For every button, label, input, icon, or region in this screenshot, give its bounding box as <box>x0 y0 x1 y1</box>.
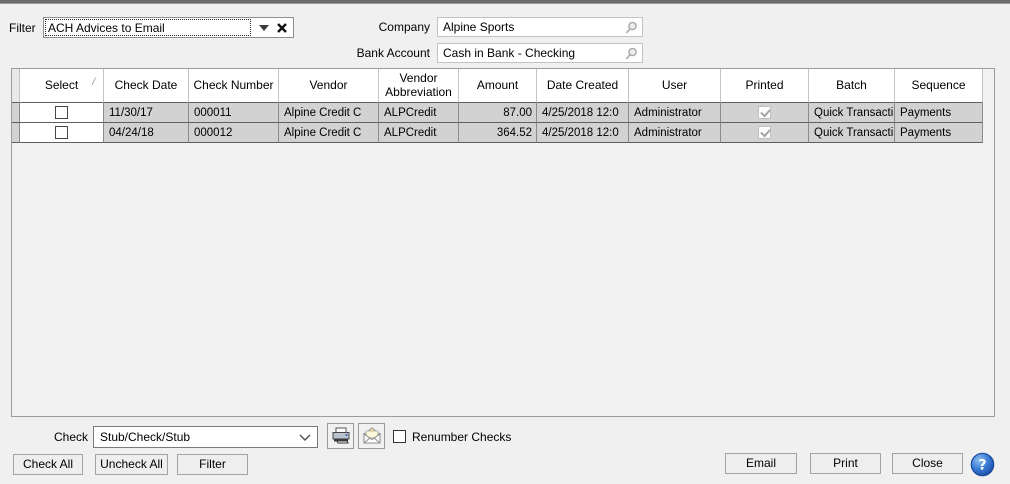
search-icon[interactable] <box>623 20 639 36</box>
cell-user: Administrator <box>629 103 721 123</box>
filter-focus-rect <box>45 19 251 36</box>
filter-label: Filter <box>9 21 36 35</box>
company-label: Company <box>300 20 430 34</box>
column-header-amount[interactable]: Amount <box>459 69 537 103</box>
printer-icon <box>331 427 351 445</box>
column-header-sequence[interactable]: Sequence <box>895 69 983 103</box>
table-corner-cell <box>12 69 20 103</box>
printed-checkbox-checked-icon <box>758 106 771 119</box>
print-checks-button[interactable] <box>327 423 354 449</box>
printed-checkbox-checked-icon <box>758 126 771 139</box>
cell-vendor-abbreviation: ALPCredit <box>379 103 459 123</box>
company-value[interactable]: Alpine Sports <box>443 20 620 34</box>
chevron-down-icon[interactable] <box>299 434 311 442</box>
cell-check-number: 000011 <box>189 103 279 123</box>
cell-check-number: 000012 <box>189 123 279 143</box>
column-header-check-date[interactable]: Check Date <box>104 69 189 103</box>
email-checks-button[interactable] <box>358 423 385 449</box>
row-header[interactable] <box>12 103 20 123</box>
window-top-edge <box>0 0 1010 4</box>
email-button[interactable]: Email <box>725 453 797 474</box>
help-icon[interactable]: ? <box>970 452 995 477</box>
open-envelope-icon <box>362 427 382 445</box>
cell-user: Administrator <box>629 123 721 143</box>
check-label: Check <box>20 430 88 444</box>
close-button[interactable]: Close <box>892 453 963 474</box>
checks-table: Select / Check Date Check Number Vendor … <box>11 68 995 417</box>
bank-account-value[interactable]: Cash in Bank - Checking <box>443 46 620 60</box>
bank-account-field[interactable]: Cash in Bank - Checking <box>437 43 643 63</box>
cell-sequence: Payments <box>895 123 983 143</box>
filter-button[interactable]: Filter <box>177 454 248 475</box>
company-field[interactable]: Alpine Sports <box>437 17 643 37</box>
chevron-down-icon[interactable] <box>259 25 269 31</box>
cell-amount: 364.52 <box>459 123 537 143</box>
check-all-button[interactable]: Check All <box>13 454 83 475</box>
column-header-printed[interactable]: Printed <box>721 69 809 103</box>
row-header[interactable] <box>12 123 20 143</box>
column-header-user[interactable]: User <box>629 69 721 103</box>
filter-combobox[interactable]: ACH Advices to Email <box>43 17 294 38</box>
select-checkbox[interactable] <box>55 126 68 139</box>
column-header-label: Select <box>45 79 78 93</box>
column-header-batch[interactable]: Batch <box>809 69 895 103</box>
column-header-date-created[interactable]: Date Created <box>537 69 629 103</box>
check-format-value[interactable]: Stub/Check/Stub <box>100 430 293 444</box>
cell-check-date: 04/24/18 <box>104 123 189 143</box>
check-format-select[interactable]: Stub/Check/Stub <box>93 426 318 448</box>
cell-batch: Quick Transacti <box>809 103 895 123</box>
column-header-select[interactable]: Select / <box>20 69 104 103</box>
cell-check-date: 11/30/17 <box>104 103 189 123</box>
print-button[interactable]: Print <box>810 453 881 474</box>
select-cell <box>20 123 104 143</box>
column-header-vendor[interactable]: Vendor <box>279 69 379 103</box>
column-header-vendor-abbreviation[interactable]: Vendor Abbreviation <box>379 69 459 103</box>
cell-vendor: Alpine Credit C <box>279 123 379 143</box>
select-checkbox[interactable] <box>55 106 68 119</box>
renumber-checks-checkbox[interactable] <box>393 430 406 443</box>
column-header-check-number[interactable]: Check Number <box>189 69 279 103</box>
cell-date-created: 4/25/2018 12:0 <box>537 103 629 123</box>
cell-printed <box>721 123 809 143</box>
renumber-checks-label: Renumber Checks <box>412 430 511 444</box>
uncheck-all-button[interactable]: Uncheck All <box>95 454 168 475</box>
cell-vendor: Alpine Credit C <box>279 103 379 123</box>
cell-date-created: 4/25/2018 12:0 <box>537 123 629 143</box>
select-cell <box>20 103 104 123</box>
search-icon[interactable] <box>623 46 639 62</box>
help-glyph: ? <box>978 458 986 474</box>
cell-printed <box>721 103 809 123</box>
cell-vendor-abbreviation: ALPCredit <box>379 123 459 143</box>
clear-filter-icon[interactable] <box>275 21 289 35</box>
cell-sequence: Payments <box>895 103 983 123</box>
cell-amount: 87.00 <box>459 103 537 123</box>
cell-batch: Quick Transacti <box>809 123 895 143</box>
sort-ascending-icon: / <box>92 77 95 89</box>
bank-account-label: Bank Account <box>300 46 430 60</box>
